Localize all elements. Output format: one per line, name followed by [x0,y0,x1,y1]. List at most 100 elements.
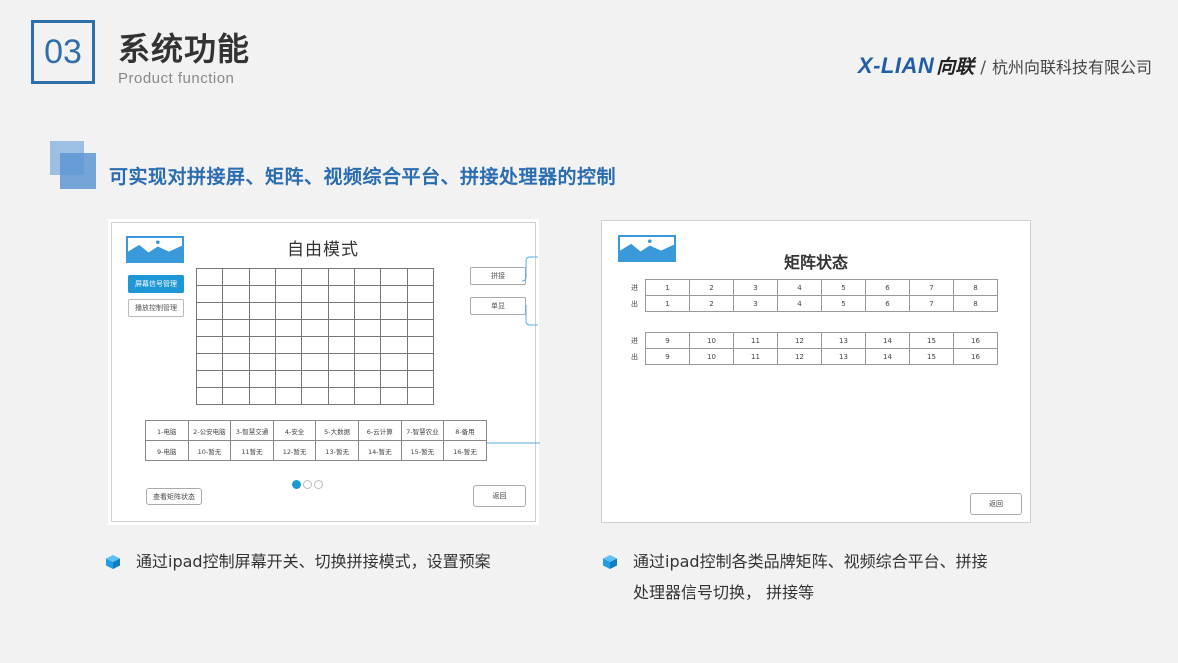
grid-cell[interactable] [327,336,355,354]
signal-source-cell[interactable]: 10-暂无 [187,440,232,461]
grid-cell[interactable] [406,302,435,320]
grid-cell[interactable] [248,268,276,286]
grid-cell[interactable] [222,319,250,337]
grid-cell[interactable] [380,387,408,405]
signal-source-cell[interactable]: 3-智慧交通 [230,420,274,441]
page-dot[interactable] [314,480,323,489]
signal-source-cell[interactable]: 16-暂无 [443,440,487,461]
grid-cell[interactable] [301,387,329,405]
grid-cell[interactable] [327,319,355,337]
grid-cell[interactable] [222,285,250,303]
signal-source-cell[interactable]: 9-电脑 [145,440,189,461]
grid-cell[interactable] [222,302,250,320]
grid-cell[interactable] [380,319,408,337]
signal-source-cell[interactable]: 12-暂无 [272,440,317,461]
grid-cell[interactable] [195,336,224,354]
grid-cell[interactable] [353,268,382,286]
signal-source-cell[interactable]: 8-备用 [443,420,487,441]
grid-cell[interactable] [195,302,224,320]
grid-cell[interactable] [248,387,276,405]
grid-cell[interactable] [301,336,329,354]
grid-cell[interactable] [353,370,382,388]
grid-cell[interactable] [222,387,250,405]
grid-cell[interactable] [301,353,329,371]
grid-cell[interactable] [195,387,224,405]
signal-source-cell[interactable]: 11暂无 [230,440,274,461]
grid-cell[interactable] [222,370,250,388]
screen-signal-button[interactable]: 屏幕信号管理 [128,275,184,293]
grid-cell[interactable] [406,285,435,303]
grid-cell[interactable] [327,268,355,286]
grid-cell[interactable] [353,319,382,337]
grid-cell[interactable] [301,268,329,286]
grid-cell[interactable] [274,302,303,320]
grid-cell[interactable] [301,319,329,337]
grid-cell[interactable] [222,353,250,371]
grid-cell[interactable] [353,302,382,320]
grid-cell[interactable] [406,268,435,286]
signal-source-cell[interactable]: 2-公安电脑 [187,420,232,441]
grid-cell[interactable] [274,353,303,371]
matrix-input-cell: 10 [689,332,734,349]
grid-cell[interactable] [248,336,276,354]
grid-cell[interactable] [327,387,355,405]
playback-control-button[interactable]: 播放控制管理 [128,299,184,317]
grid-cell[interactable] [248,302,276,320]
grid-cell[interactable] [406,319,435,337]
grid-cell[interactable] [195,370,224,388]
brand-logo-cn: 向联 [936,56,975,78]
grid-cell[interactable] [248,370,276,388]
grid-cell[interactable] [380,285,408,303]
page-dot-active[interactable] [292,480,301,489]
signal-source-cell[interactable]: 13-暂无 [315,440,359,461]
grid-cell[interactable] [301,370,329,388]
grid-cell[interactable] [248,353,276,371]
grid-cell[interactable] [274,387,303,405]
grid-cell[interactable] [380,353,408,371]
back-button[interactable]: 返回 [970,493,1022,515]
grid-cell[interactable] [327,302,355,320]
grid-cell[interactable] [353,387,382,405]
splice-grid[interactable] [195,268,435,405]
grid-cell[interactable] [353,353,382,371]
grid-cell[interactable] [274,285,303,303]
grid-cell[interactable] [406,336,435,354]
grid-cell[interactable] [248,319,276,337]
grid-cell[interactable] [380,302,408,320]
grid-cell[interactable] [274,370,303,388]
signal-source-cell[interactable]: 6-云计算 [357,420,402,441]
grid-cell[interactable] [380,370,408,388]
signal-source-cell[interactable]: 14-暂无 [357,440,402,461]
signal-source-cell[interactable]: 5-大数据 [315,420,359,441]
grid-cell[interactable] [380,336,408,354]
grid-cell[interactable] [274,319,303,337]
grid-cell[interactable] [327,353,355,371]
grid-cell[interactable] [406,370,435,388]
signal-source-cell[interactable]: 15-暂无 [400,440,445,461]
grid-cell[interactable] [327,370,355,388]
grid-cell[interactable] [195,319,224,337]
grid-cell[interactable] [301,302,329,320]
page-dot[interactable] [303,480,312,489]
grid-cell[interactable] [406,353,435,371]
grid-cell[interactable] [274,336,303,354]
grid-cell[interactable] [195,285,224,303]
grid-cell[interactable] [248,285,276,303]
grid-cell[interactable] [353,285,382,303]
signal-source-cell[interactable]: 4-安全 [272,420,317,441]
view-matrix-status-button[interactable]: 查看矩阵状态 [146,488,202,505]
signal-source-cell[interactable]: 7-智慧农业 [400,420,445,441]
grid-cell[interactable] [353,336,382,354]
grid-cell[interactable] [327,285,355,303]
grid-cell[interactable] [380,268,408,286]
grid-cell[interactable] [222,268,250,286]
grid-cell[interactable] [406,387,435,405]
signal-source-cell[interactable]: 1-电脑 [145,420,189,441]
grid-cell[interactable] [301,285,329,303]
grid-cell[interactable] [222,336,250,354]
page-dots[interactable] [292,480,323,489]
back-button[interactable]: 返回 [473,485,526,507]
grid-cell[interactable] [195,353,224,371]
grid-cell[interactable] [274,268,303,286]
grid-cell[interactable] [195,268,224,286]
